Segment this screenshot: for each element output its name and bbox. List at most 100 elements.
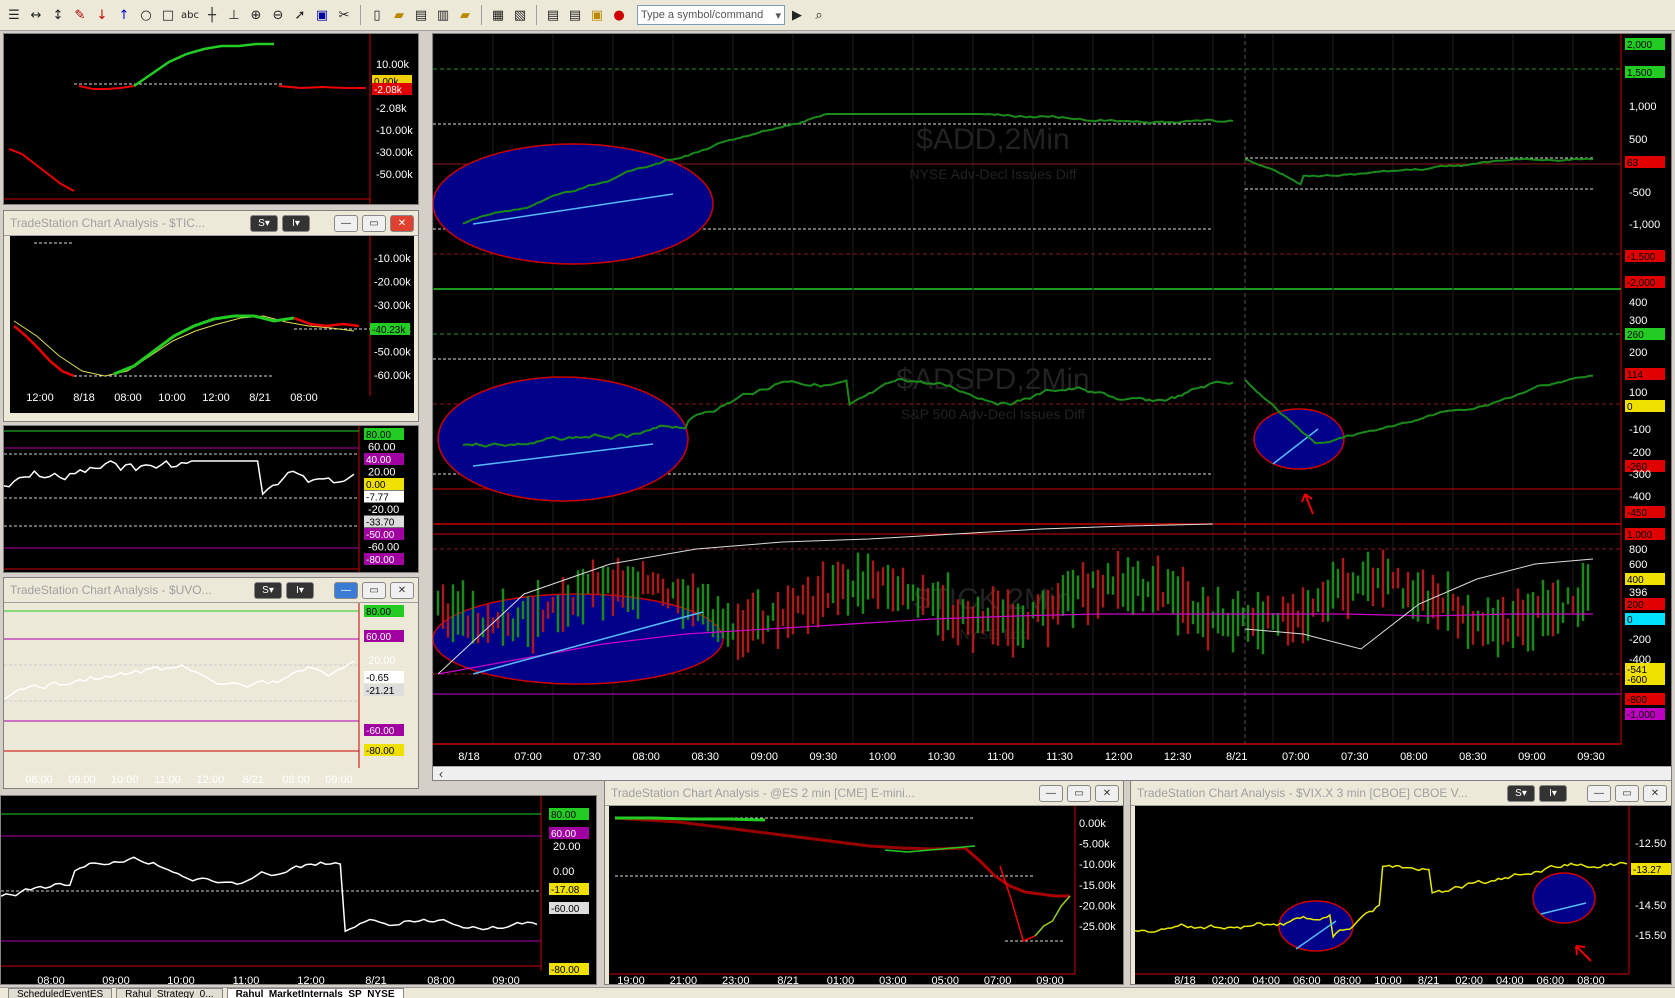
maximize-button[interactable]: ▭: [362, 214, 386, 232]
text-icon[interactable]: abc: [180, 5, 200, 25]
window-titlebar[interactable]: TradeStation Chart Analysis - $UVO... S ▾…: [4, 578, 418, 603]
down-arrow-icon[interactable]: ↓: [92, 5, 112, 25]
menu-icon[interactable]: ☰: [4, 5, 24, 25]
chart-analysis-icon[interactable]: ▣: [312, 5, 332, 25]
close-button[interactable]: ✕: [1095, 784, 1119, 802]
x-axis-label: 8/18: [73, 392, 94, 404]
minimize-button[interactable]: —: [1039, 784, 1063, 802]
x-axis-label: 11:00: [987, 751, 1014, 763]
chart-window-vix[interactable]: TradeStation Chart Analysis - $VIX.X 3 m…: [1130, 780, 1672, 985]
close-button[interactable]: ✕: [390, 581, 414, 599]
ellipse-icon[interactable]: ○: [136, 5, 156, 25]
print-icon[interactable]: ▧: [510, 5, 530, 25]
chart-window-oscillator[interactable]: 80.00 60.00 40.00 20.00 0.00 -7.77 -20.00 -33.7…: [3, 425, 419, 573]
tools-icon[interactable]: ✂: [334, 5, 354, 25]
y-axis-label: -200: [1629, 447, 1651, 459]
new-icon[interactable]: ▯: [367, 5, 387, 25]
go-arrow-icon[interactable]: ▶: [787, 5, 807, 25]
y-axis-label: 20.00: [368, 655, 396, 667]
up-arrow-icon[interactable]: ↑: [114, 5, 134, 25]
tab-scheduled-event[interactable]: ScheduledEventES: [8, 988, 113, 998]
zoom-out-icon[interactable]: ⊖: [268, 5, 288, 25]
pencil-icon[interactable]: ✎: [70, 5, 90, 25]
chart-window-oscillator-2[interactable]: 80.00 60.00 20.00 0.00 -17.08 -60.00 -80.00 08:…: [0, 795, 597, 985]
style-button[interactable]: S ▾: [1507, 784, 1535, 802]
chart-canvas[interactable]: 10.00k0.00k-2.08k-10.00k-30.00k-50.00k0.…: [4, 34, 419, 205]
window-titlebar[interactable]: TradeStation Chart Analysis - $TIC... S ▾…: [4, 211, 418, 236]
up-series: [133, 42, 274, 88]
pointer-icon[interactable]: ➚: [290, 5, 310, 25]
x-axis-label: 12:00: [1105, 751, 1133, 763]
chart-canvas[interactable]: -10.00k -20.00k -30.00k -40.23k -50.00k -60.0…: [4, 236, 419, 422]
window-title: TradeStation Chart Analysis - $UVO...: [10, 583, 212, 597]
close-button[interactable]: ✕: [1643, 784, 1667, 802]
window-titlebar[interactable]: TradeStation Chart Analysis - @ES 2 min …: [605, 781, 1123, 806]
x-axis-label: 12:00: [26, 392, 54, 404]
oscillator-line: [4, 459, 355, 496]
open-icon[interactable]: ▰: [389, 5, 409, 25]
maximize-button[interactable]: ▭: [1615, 784, 1639, 802]
window-titlebar[interactable]: TradeStation Chart Analysis - $VIX.X 3 m…: [1131, 781, 1671, 806]
print-preview-icon[interactable]: ▦: [488, 5, 508, 25]
down-series: [8, 148, 75, 192]
indicator-button[interactable]: I ▾: [282, 214, 310, 232]
chart-canvas[interactable]: 80.00 60.00 20.00 -0.65 -21.21 -60.00 -80.00 08…: [4, 603, 419, 789]
indicator-button[interactable]: I ▾: [1539, 784, 1567, 802]
tab-strategy[interactable]: Rahul_Strategy_0...: [116, 988, 223, 998]
minimize-button[interactable]: —: [1587, 784, 1611, 802]
indicator-button[interactable]: I ▾: [286, 581, 314, 599]
tab-market-internals[interactable]: Rahul_MarketInternals_SP_NYSE: [226, 988, 404, 998]
crosshair-icon[interactable]: ┼: [202, 5, 222, 25]
search-icon[interactable]: ⌕: [809, 5, 829, 25]
maximize-button[interactable]: ▭: [362, 581, 386, 599]
price-badge-label: -600: [1627, 675, 1647, 686]
save-icon[interactable]: ▤: [411, 5, 431, 25]
layout-icon[interactable]: ▤: [543, 5, 563, 25]
maximize-button[interactable]: ▭: [1067, 784, 1091, 802]
x-axis-label: 06:00: [1537, 975, 1565, 985]
chart-window-top-left[interactable]: 10.00k0.00k-2.08k-10.00k-30.00k-50.00k0.…: [3, 33, 419, 205]
lock-icon[interactable]: ▣: [587, 5, 607, 25]
vertical-line-icon[interactable]: ↕: [48, 5, 68, 25]
price-badge-label: -60.00: [551, 904, 580, 915]
price-badge-label: 60.00: [551, 829, 576, 840]
chart-canvas[interactable]: 80.0060.0040.0020.000.00 -7.77-20.00 -33.7…: [4, 426, 419, 573]
price-badge-label: -80.00: [551, 965, 580, 976]
price-badge-label: 0: [1627, 615, 1633, 626]
style-button[interactable]: S ▾: [254, 581, 282, 599]
dropdown-chevron-icon[interactable]: ▾: [775, 9, 781, 22]
minimize-button[interactable]: —: [334, 214, 358, 232]
minimize-button[interactable]: —: [334, 581, 358, 599]
x-axis-label: 23:00: [722, 975, 750, 985]
x-axis-label: 08:00: [632, 751, 660, 763]
colors-icon[interactable]: ●: [609, 5, 629, 25]
rectangle-icon[interactable]: □: [158, 5, 178, 25]
style-button-label: S: [258, 217, 265, 229]
chart-window-uvol[interactable]: TradeStation Chart Analysis - $UVO... S ▾…: [3, 577, 419, 789]
chart-window-tick[interactable]: TradeStation Chart Analysis - $TIC... S ▾…: [3, 210, 419, 422]
main-chart-canvas[interactable]: $ADD,2Min NYSE Adv-Decl Issues Diff 2,000 1…: [433, 34, 1672, 766]
symbol-command-input[interactable]: Type a symbol/command ▾: [637, 5, 785, 25]
style-button[interactable]: S ▾: [250, 214, 278, 232]
time-cycle-icon[interactable]: ⊥: [224, 5, 244, 25]
y-axis-label: -300: [1629, 469, 1651, 481]
layout2-icon[interactable]: ▤: [565, 5, 585, 25]
y-axis-label: -20.00: [368, 504, 399, 516]
main-chart-window[interactable]: $ADD,2Min NYSE Adv-Decl Issues Diff 2,000 1…: [432, 33, 1672, 781]
scroll-left-icon[interactable]: ‹: [439, 767, 443, 780]
close-button[interactable]: ✕: [390, 214, 414, 232]
price-badge-label: 114: [1627, 370, 1643, 381]
copy-icon[interactable]: ▥: [433, 5, 453, 25]
description-watermark: S&P 500 Adv-Decl Issues Diff: [901, 406, 1085, 422]
folder-icon[interactable]: ▰: [455, 5, 475, 25]
chart-canvas[interactable]: -12.50 -13.27 -14.50 -15.50 8/18 02:00 04:00 06…: [1131, 806, 1672, 985]
chart-window-es[interactable]: TradeStation Chart Analysis - @ES 2 min …: [604, 780, 1124, 985]
x-axis-label: 09:30: [810, 751, 838, 763]
horizontal-line-icon[interactable]: ↔: [26, 5, 46, 25]
chart-canvas[interactable]: 0.00k -5.00k -10.00k -15.00k -20.00k -25.00k 1…: [605, 806, 1124, 985]
main-toolbar: ☰ ↔ ↕ ✎ ↓ ↑ ○ □ abc ┼ ⊥ ⊕ ⊖ ➚ ▣ ✂ ▯ ▰ ▤ …: [0, 0, 1675, 31]
horizontal-scrollbar[interactable]: ‹: [433, 766, 1671, 780]
zoom-in-icon[interactable]: ⊕: [246, 5, 266, 25]
price-badge-label: 80.00: [366, 607, 391, 618]
chart-canvas[interactable]: 80.00 60.0020.00 0.00 -17.08 -60.00 -80.00 08:…: [1, 796, 597, 985]
